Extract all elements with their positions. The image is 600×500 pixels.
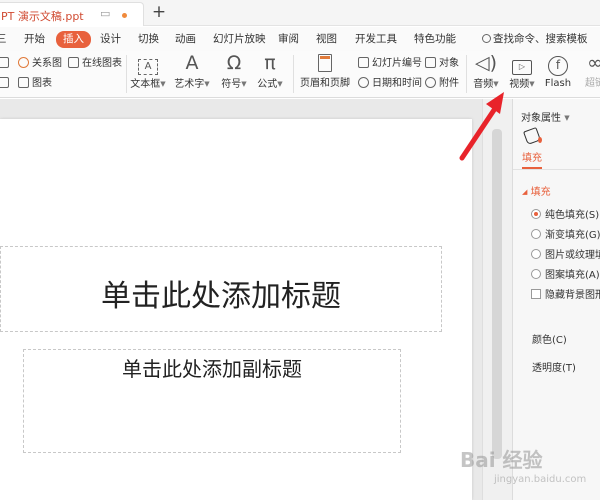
cloud-sync-icon[interactable]: ▭ xyxy=(100,8,112,20)
checkbox-icon xyxy=(531,289,541,299)
search-icon xyxy=(482,34,491,43)
document-tab[interactable]: PT 演示文稿.ppt ▭ xyxy=(0,2,144,26)
object-icon xyxy=(425,57,436,68)
ribbon-insert-panel: 关系图 在线图表 图表 A 文本框▼ A 艺术字▼ Ω 符号▼ π 公式▼ 页眉… xyxy=(0,51,600,98)
pane-title[interactable]: 对象属性 ▼ xyxy=(521,109,570,124)
checkbox-hide-background[interactable]: 隐藏背景图形 xyxy=(531,289,600,303)
transparency-label: 透明度(T) xyxy=(532,363,576,374)
document-title: PT 演示文稿.ppt xyxy=(1,10,84,23)
tab-home[interactable]: 开始 xyxy=(24,31,45,48)
paperclip-icon xyxy=(425,77,436,88)
online-chart-icon xyxy=(68,57,79,68)
slide-number-icon xyxy=(358,57,369,68)
subtitle-placeholder[interactable]: 单击此处添加副标题 xyxy=(23,349,401,453)
textbox-button[interactable]: A 文本框▼ xyxy=(130,51,166,92)
date-time-button[interactable]: 日期和时间 xyxy=(358,76,422,92)
textbox-icon: A xyxy=(138,59,158,75)
title-placeholder-text: 单击此处添加标题 xyxy=(101,279,341,314)
tab-menu-partial[interactable]: 三 xyxy=(0,31,7,48)
online-chart-button[interactable]: 在线图表 xyxy=(68,56,122,72)
relation-graph-icon xyxy=(18,57,29,68)
art-text-button[interactable]: A 艺术字▼ xyxy=(172,51,212,92)
link-icon: ∞ xyxy=(587,52,600,74)
color-label: 颜色(C) xyxy=(532,335,567,346)
radio-icon xyxy=(531,249,541,259)
radio-pattern-fill[interactable]: 图案填充(A) xyxy=(531,269,600,283)
radio-selected-icon xyxy=(531,209,541,219)
tab-review[interactable]: 审阅 xyxy=(278,31,299,48)
chart-icon xyxy=(18,77,29,88)
pane-divider xyxy=(513,169,600,170)
radio-picture-fill[interactable]: 图片或纹理填 xyxy=(531,249,600,263)
radio-icon xyxy=(531,229,541,239)
tab-developer[interactable]: 开发工具 xyxy=(355,31,397,48)
title-bar: PT 演示文稿.ppt ▭ + xyxy=(0,0,600,26)
omega-icon: Ω xyxy=(226,52,242,74)
ribbon-partial-icon-2[interactable] xyxy=(0,76,12,92)
slide[interactable]: 单击此处添加标题 单击此处添加副标题 xyxy=(0,119,472,500)
tab-fill[interactable]: 填充 xyxy=(522,149,542,169)
formula-button[interactable]: π 公式▼ xyxy=(253,51,287,92)
relation-graph-button[interactable]: 关系图 xyxy=(18,56,62,72)
pi-icon: π xyxy=(264,52,276,74)
slide-number-button[interactable]: 幻灯片编号 xyxy=(358,56,422,72)
scrollbar-thumb[interactable] xyxy=(492,129,502,459)
subtitle-placeholder-text: 单击此处添加副标题 xyxy=(122,357,302,381)
audio-button[interactable]: ◁) 音频▼ xyxy=(470,51,502,92)
object-button[interactable]: 对象 xyxy=(425,56,459,72)
radio-gradient-fill[interactable]: 渐变填充(G) xyxy=(531,229,600,243)
tab-transition[interactable]: 切换 xyxy=(138,31,159,48)
new-tab-button[interactable]: + xyxy=(150,3,168,21)
tab-special-features[interactable]: 特色功能 xyxy=(414,31,456,48)
video-button[interactable]: ▷ 视频▼ xyxy=(504,51,540,92)
ribbon-tab-bar: 三 开始 插入 设计 切换 动画 幻灯片放映 审阅 视图 开发工具 特色功能 查… xyxy=(0,27,600,51)
speaker-icon: ◁) xyxy=(474,52,498,74)
flash-icon: f xyxy=(548,56,568,76)
tab-view[interactable]: 视图 xyxy=(316,31,337,48)
paint-drop-icon xyxy=(538,137,542,143)
video-icon: ▷ xyxy=(512,60,532,75)
radio-solid-fill[interactable]: 纯色填充(S) xyxy=(531,209,599,223)
fill-section-header[interactable]: ◢ 填充 xyxy=(522,183,551,198)
tab-insert[interactable]: 插入 xyxy=(56,31,91,48)
title-placeholder[interactable]: 单击此处添加标题 xyxy=(0,246,442,332)
tab-slideshow[interactable]: 幻灯片放映 xyxy=(213,31,266,48)
chart-button[interactable]: 图表 xyxy=(18,76,52,92)
symbol-button[interactable]: Ω 符号▼ xyxy=(218,51,250,92)
slide-editing-area: 单击此处添加标题 单击此处添加副标题 xyxy=(0,99,482,500)
command-search[interactable]: 查找命令、搜索模板 xyxy=(482,31,588,48)
attachment-button[interactable]: 附件 xyxy=(425,76,459,92)
header-footer-icon xyxy=(318,54,332,72)
tab-design[interactable]: 设计 xyxy=(100,31,121,48)
unsaved-dot-icon xyxy=(122,13,127,18)
search-label: 查找命令、搜索模板 xyxy=(493,33,588,45)
tab-animation[interactable]: 动画 xyxy=(175,31,196,48)
baidu-watermark: Bai 经验 jingyan.baidu.com xyxy=(460,448,587,485)
art-text-icon: A xyxy=(185,52,199,74)
hyperlink-button-partial[interactable]: ∞ 超链 xyxy=(580,51,600,91)
calendar-icon xyxy=(358,77,369,88)
ribbon-partial-icon-1[interactable] xyxy=(0,56,12,72)
radio-icon xyxy=(531,269,541,279)
header-footer-button[interactable]: 页眉和页脚 xyxy=(298,51,352,91)
flash-button[interactable]: f Flash xyxy=(542,51,574,91)
